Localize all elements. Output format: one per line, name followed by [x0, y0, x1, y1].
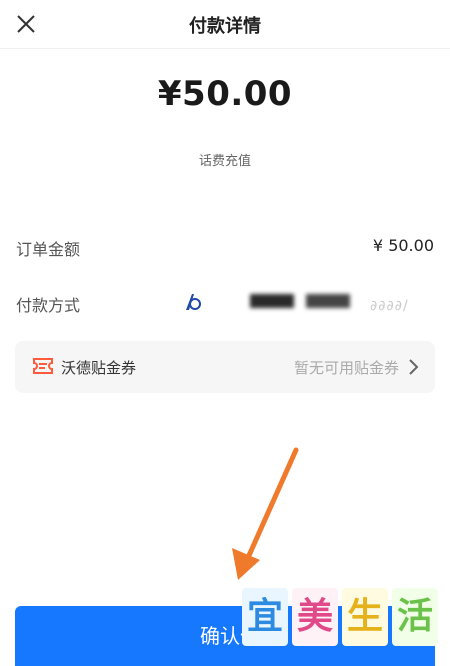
bank-logo-icon: [186, 294, 201, 310]
ticket-icon: [33, 358, 53, 374]
chevron-right-icon: [409, 359, 419, 375]
payment-method-label: 付款方式: [16, 296, 81, 315]
coupon-selector[interactable]: 沃德贴金券 暂无可用贴金券: [15, 341, 435, 393]
payment-amount: ¥50.00: [157, 74, 293, 114]
watermark-tile: 美: [292, 588, 338, 646]
masked-account-text: ∂∂∂∂/: [370, 298, 409, 314]
watermark-tile: 活: [392, 588, 438, 646]
watermark-tile: 生: [342, 588, 388, 646]
order-amount-value: ¥ 50.00: [372, 236, 434, 255]
coupon-label: 沃德贴金券: [61, 359, 137, 377]
watermark-logo: 宜 美 生 活: [242, 588, 438, 648]
masked-account-block: [250, 294, 294, 308]
coupon-status: 暂无可用贴金券: [293, 359, 399, 377]
payment-method-selector[interactable]: ∂∂∂∂/: [178, 286, 440, 318]
masked-account-block: [306, 294, 350, 308]
payment-category: 话费充值: [198, 154, 251, 169]
order-amount-label: 订单金额: [16, 240, 81, 259]
top-bar: 付款详情: [0, 0, 450, 49]
page-title: 付款详情: [189, 16, 261, 37]
watermark-tile: 宜: [242, 588, 288, 646]
